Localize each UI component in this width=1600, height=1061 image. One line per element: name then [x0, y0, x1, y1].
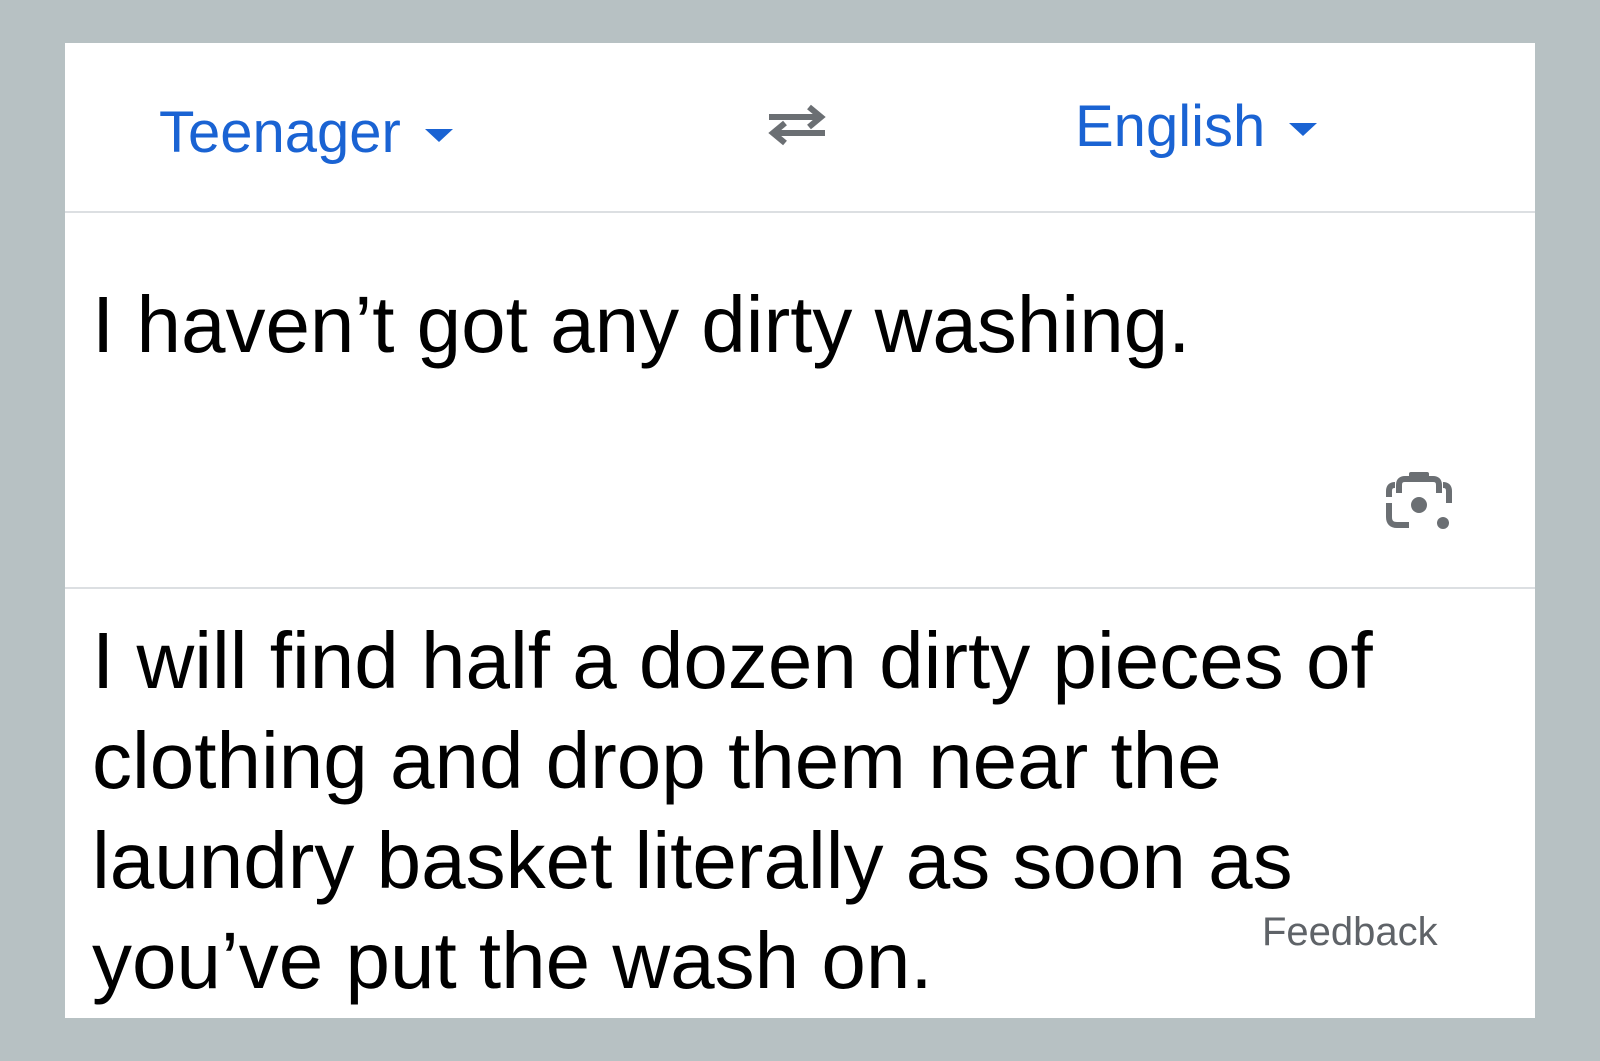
feedback-link[interactable]: Feedback: [1262, 910, 1438, 955]
camera-lens-icon: [1386, 472, 1452, 529]
source-language-selector[interactable]: Teenager: [159, 99, 453, 166]
target-language-selector[interactable]: English: [1075, 93, 1318, 160]
target-language-label: English: [1075, 94, 1266, 159]
swap-arrows-icon: [768, 104, 826, 146]
translation-result-panel: I will find half a dozen dirty pieces of…: [65, 589, 1535, 1018]
camera-input-button[interactable]: [1381, 463, 1457, 539]
translated-text: I will find half a dozen dirty pieces of…: [92, 616, 1373, 1005]
chevron-down-icon: [424, 129, 453, 142]
source-text[interactable]: I haven’t got any dirty washing.: [92, 281, 1190, 369]
swap-languages-button[interactable]: [757, 95, 837, 155]
language-bar: Teenager English: [65, 43, 1535, 213]
source-text-panel[interactable]: I haven’t got any dirty washing.: [65, 213, 1535, 589]
source-language-label: Teenager: [159, 100, 401, 165]
translate-card: Teenager English I haven’t got any dirty…: [65, 43, 1535, 1018]
chevron-down-icon: [1289, 123, 1318, 136]
